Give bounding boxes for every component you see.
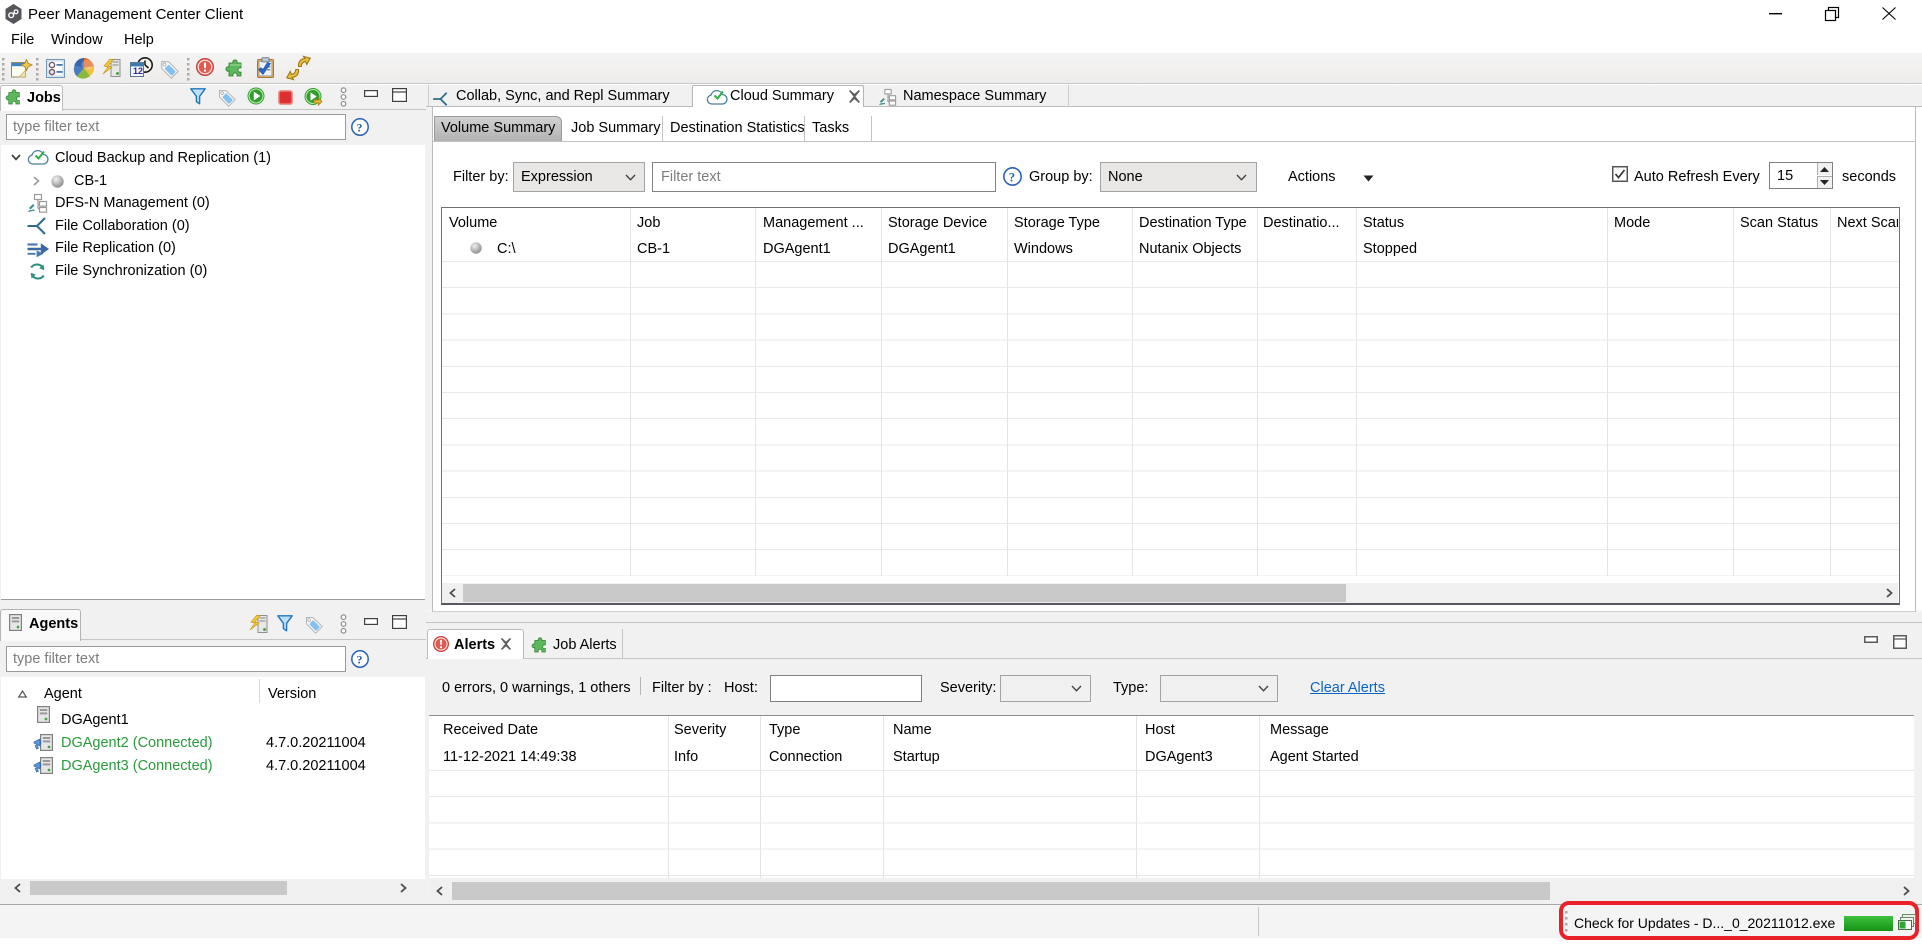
svg-text:?: ? [357,121,363,135]
svg-text:?: ? [1009,170,1015,184]
svg-text:?: ? [357,653,363,667]
svg-text:12: 12 [133,66,143,76]
